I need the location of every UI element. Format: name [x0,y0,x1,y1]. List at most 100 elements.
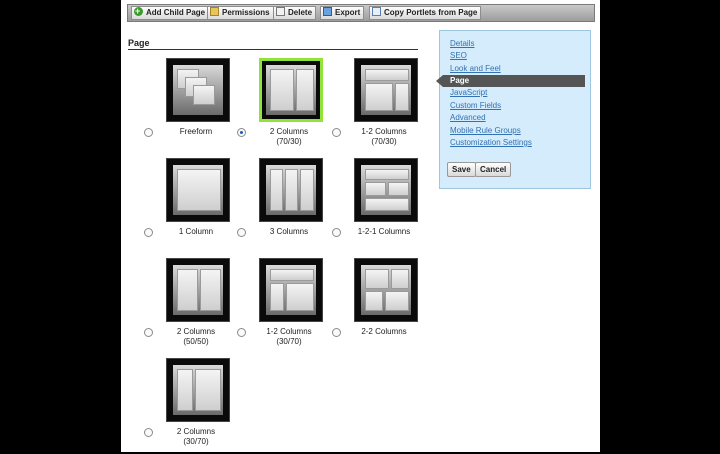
column-block [177,369,193,411]
1-2-columns-70-30-layout-thumbnail[interactable] [354,58,418,122]
2-columns-50-50-layout-thumbnail[interactable] [166,258,230,322]
layout-label: Freeform [179,127,213,136]
layout-radio[interactable] [332,128,341,137]
1-2-columns-30-70-layout-thumbnail[interactable] [259,258,323,322]
layout-option-2-columns-50-50: 2 Columns (50/50) [144,254,238,354]
sidebar-item-look-and-feel[interactable]: Look and Feel [450,64,501,73]
layout-radio[interactable] [144,128,153,137]
thumbnail-frame [266,265,316,315]
thumbnail-frame [173,165,223,215]
column-block [391,269,409,289]
export-icon [323,7,332,16]
permissions-label: Permissions [222,8,270,17]
layout-label: 3 Columns [269,227,309,236]
sidebar-item-page[interactable]: Page [436,75,585,87]
row-block [365,198,409,211]
layout-radio[interactable] [144,228,153,237]
column-block [270,169,283,211]
layout-radio[interactable] [144,328,153,337]
layout-radio-selected[interactable] [237,128,246,137]
thumbnail-frame [266,65,316,115]
layout-option-1-column: 1 Column [144,154,238,254]
column-block [195,369,221,411]
copy-portlets-button[interactable]: Copy Portlets from Page [369,6,482,20]
delete-label: Delete [288,8,313,17]
layout-radio[interactable] [237,228,246,237]
layout-label: 1-2 Columns (70/30) [361,127,407,146]
column-block [395,83,409,111]
layout-radio[interactable] [332,228,341,237]
permissions-button[interactable]: Permissions [207,6,274,20]
column-block [365,182,386,196]
sidebar-item-mobile-rule-groups[interactable]: Mobile Rule Groups [450,126,521,135]
column-block [177,169,221,211]
thumbnail-frame [361,65,411,115]
layout-label: 2-2 Columns [361,327,407,336]
layout-option-freeform: Freeform [144,54,238,154]
column-block [270,69,294,111]
column-block [365,269,389,289]
delete-button[interactable]: Delete [273,6,317,20]
sidebar-item-javascript[interactable]: JavaScript [450,88,487,97]
permissions-icon [210,7,219,16]
sidebar-item-seo[interactable]: SEO [450,51,467,60]
thumbnail-frame [361,265,411,315]
copy-portlets-label: Copy Portlets from Page [384,8,478,17]
section-title: Page [128,38,150,48]
thumbnail-frame [266,165,316,215]
copy-icon [372,7,381,16]
layout-option-1-2-1-columns: 1-2-1 Columns [332,154,426,254]
column-block [177,269,198,311]
edit-page-panel: Add Child Page Permissions Delete Export… [121,0,600,452]
section-divider [128,49,418,50]
export-button[interactable]: Export [320,6,365,20]
column-block [385,291,409,311]
column-block [270,283,284,311]
thumbnail-frame [173,265,223,315]
export-label: Export [335,8,361,17]
save-button[interactable]: Save [447,162,476,177]
delete-icon [276,7,285,16]
1-2-1-columns-layout-thumbnail[interactable] [354,158,418,222]
layout-radio[interactable] [237,328,246,337]
layout-radio[interactable] [144,428,153,437]
layout-option-2-columns-30-70: 2 Columns (30/70) [144,354,238,454]
thumbnail-frame [361,165,411,215]
layout-label: 2 Columns (50/50) [176,327,216,346]
add-child-page-label: Add Child Page [146,8,206,17]
column-block [285,169,298,211]
freeform-block [193,85,215,105]
layout-option-1-2-columns-70-30: 1-2 Columns (70/30) [332,54,426,154]
add-child-page-button[interactable]: Add Child Page [131,5,210,20]
thumbnail-frame [173,65,223,115]
layout-label: 2 Columns (30/70) [176,427,216,446]
page-settings-sidebar: Details SEO Look and Feel Page JavaScrip… [436,30,591,189]
layout-label: 1-2 Columns (30/70) [266,327,312,346]
add-icon [134,5,143,17]
toolbar: Add Child Page Permissions Delete Export… [127,4,595,22]
layout-radio[interactable] [332,328,341,337]
column-block [365,291,383,311]
layout-option-2-2-columns: 2-2 Columns [332,254,426,354]
2-2-columns-layout-thumbnail[interactable] [354,258,418,322]
thumbnail-frame [173,365,223,415]
column-block [296,69,314,111]
3-columns-layout-thumbnail[interactable] [259,158,323,222]
row-block [365,169,409,180]
column-block [300,169,314,211]
1-column-layout-thumbnail[interactable] [166,158,230,222]
sidebar-item-details[interactable]: Details [450,39,474,48]
sidebar-item-custom-fields[interactable]: Custom Fields [450,101,501,110]
layout-option-2-columns-70-30: 2 Columns (70/30) [237,54,331,154]
freeform-layout-thumbnail[interactable] [166,58,230,122]
2-columns-70-30-layout-thumbnail[interactable] [259,58,323,122]
layout-label: 2 Columns (70/30) [269,127,309,146]
layout-option-1-2-columns-30-70: 1-2 Columns (30/70) [237,254,331,354]
sidebar-item-advanced[interactable]: Advanced [450,113,486,122]
row-block [270,269,314,281]
sidebar-item-customization-settings[interactable]: Customization Settings [450,138,532,147]
2-columns-30-70-layout-thumbnail[interactable] [166,358,230,422]
layout-option-3-columns: 3 Columns [237,154,331,254]
layout-label: 1 Column [178,227,214,236]
cancel-button[interactable]: Cancel [475,162,512,177]
